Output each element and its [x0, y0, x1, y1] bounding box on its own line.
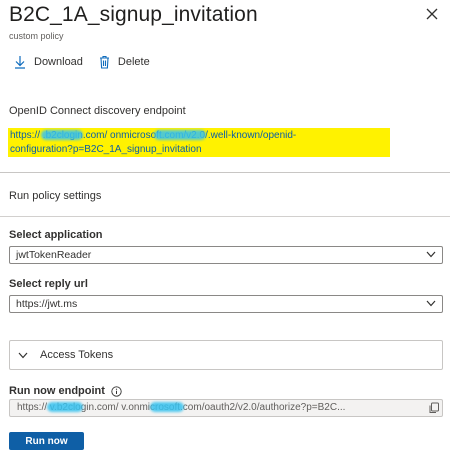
page-subtitle: custom policy	[9, 31, 64, 41]
run-policy-heading: Run policy settings	[9, 190, 102, 202]
access-tokens-expander[interactable]: Access Tokens	[9, 340, 443, 370]
chevron-down-icon	[18, 352, 28, 358]
copy-icon[interactable]	[428, 402, 440, 414]
select-reply-url-value: https://jwt.ms	[16, 298, 78, 310]
download-label: Download	[34, 56, 83, 68]
delete-label: Delete	[117, 56, 150, 68]
chevron-down-icon	[426, 251, 436, 258]
redaction-mark	[154, 130, 206, 140]
access-tokens-label: Access Tokens	[40, 349, 114, 361]
discovery-endpoint-label: OpenID Connect discovery endpoint	[9, 105, 186, 117]
section-divider	[0, 172, 450, 173]
close-icon[interactable]	[424, 6, 440, 22]
chevron-down-icon	[426, 300, 436, 307]
trash-icon	[99, 55, 109, 69]
redaction-mark	[150, 402, 184, 412]
download-icon	[15, 56, 25, 69]
select-application-label: Select application	[9, 229, 103, 241]
command-bar: Download Delete	[14, 54, 150, 70]
redaction-mark	[47, 402, 83, 412]
select-application-value: jwtTokenReader	[16, 249, 92, 261]
section-divider	[0, 216, 450, 217]
run-now-endpoint-label-row: Run now endpoint	[9, 385, 122, 397]
select-reply-url-label: Select reply url	[9, 278, 88, 290]
run-now-endpoint-label: Run now endpoint	[9, 385, 105, 397]
page-title: B2C_1A_signup_invitation	[9, 3, 258, 26]
delete-button[interactable]: Delete	[99, 55, 150, 69]
download-button[interactable]: Download	[14, 55, 83, 69]
info-icon[interactable]	[111, 385, 122, 397]
run-now-button[interactable]: Run now	[9, 432, 84, 450]
redaction-mark	[41, 130, 83, 140]
discovery-url-line-2[interactable]: configuration?p=B2C_1A_signup_invitation	[10, 143, 202, 156]
select-application-dropdown[interactable]: jwtTokenReader	[9, 246, 443, 264]
select-reply-url-dropdown[interactable]: https://jwt.ms	[9, 295, 443, 313]
